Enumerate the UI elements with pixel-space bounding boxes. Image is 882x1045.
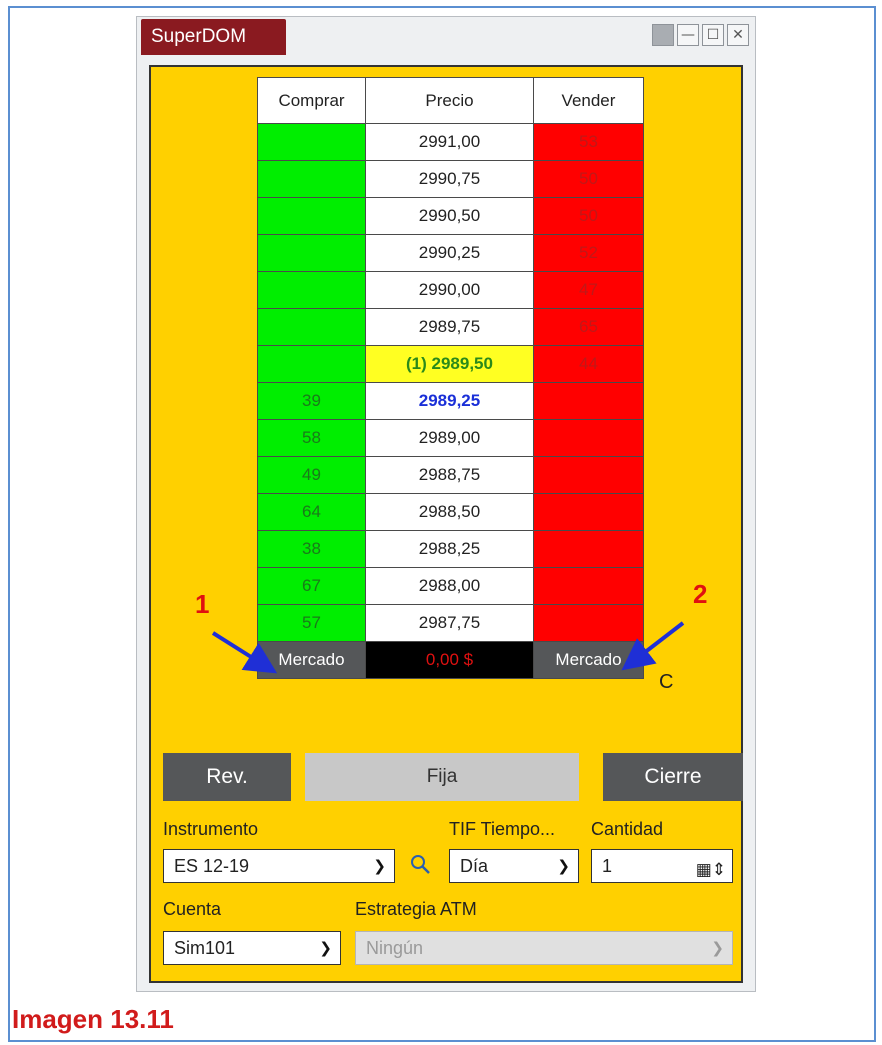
- quantity-value: 1: [602, 856, 613, 876]
- tile-icon[interactable]: [652, 24, 674, 46]
- tif-label: TIF Tiempo...: [449, 819, 556, 839]
- reverse-button[interactable]: Rev.: [163, 753, 291, 801]
- account-value: Sim101: [174, 938, 236, 958]
- chevron-down-icon: ❯: [319, 939, 332, 957]
- annotation-arrows: [211, 621, 685, 674]
- account-label: Cuenta: [163, 899, 222, 919]
- chevron-down-icon: ❯: [557, 857, 570, 875]
- instrument-label: Instrumento: [163, 819, 259, 839]
- instrument-select[interactable]: ES 12-19 ❯: [163, 849, 395, 883]
- superdom-window: SuperDOM — ☐ ✕ Comprar Precio Vender 299…: [136, 16, 756, 992]
- window-title-tab[interactable]: SuperDOM: [141, 19, 286, 55]
- figure-caption: Imagen 13.11: [12, 1004, 174, 1034]
- account-select[interactable]: Sim101 ❯: [163, 931, 341, 965]
- instrument-value: ES 12-19: [174, 856, 250, 876]
- tif-value: Día: [460, 856, 489, 876]
- window-controls: — ☐ ✕: [652, 24, 749, 46]
- maximize-icon[interactable]: ☐: [702, 24, 724, 46]
- calculator-stepper-icon[interactable]: ▦⇕: [696, 854, 726, 886]
- atm-label: Estrategia ATM: [355, 899, 477, 919]
- search-icon[interactable]: [409, 853, 431, 875]
- chevron-down-icon: ❯: [711, 939, 724, 957]
- arrow-2: [621, 621, 685, 671]
- quantity-label: Cantidad: [591, 819, 664, 839]
- close-icon[interactable]: ✕: [727, 24, 749, 46]
- minimize-icon[interactable]: —: [677, 24, 699, 46]
- chevron-down-icon: ❯: [373, 857, 386, 875]
- tif-select[interactable]: Día ❯: [449, 849, 579, 883]
- close-position-button[interactable]: Cierre: [603, 753, 743, 801]
- arrow-1: [211, 631, 278, 674]
- fixed-button[interactable]: Fija: [305, 753, 579, 801]
- atm-strategy-select: Ningún ❯: [355, 931, 733, 965]
- quantity-stepper[interactable]: 1 ▦⇕: [591, 849, 733, 883]
- atm-value: Ningún: [366, 938, 424, 958]
- action-row: Rev. Fija Cierre: [163, 753, 743, 801]
- superdom-panel: Comprar Precio Vender 2991,00 53 2990,75 50…: [149, 65, 743, 983]
